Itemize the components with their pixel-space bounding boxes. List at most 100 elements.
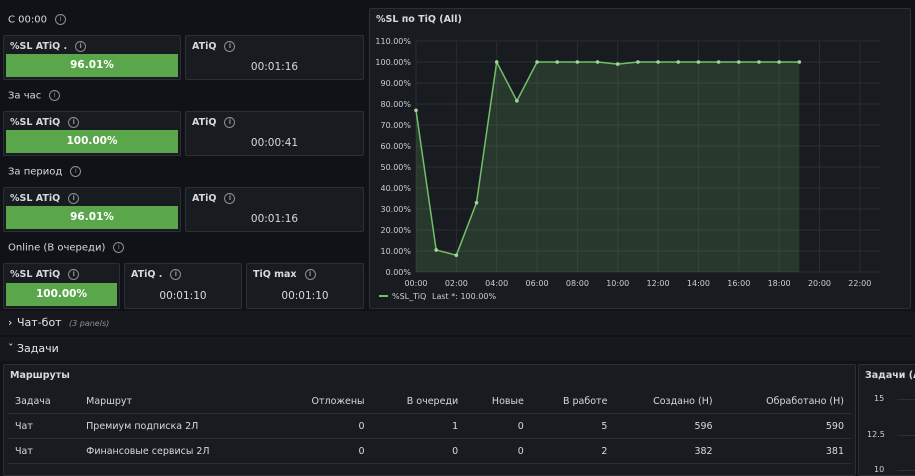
table-cell: 5: [530, 413, 615, 439]
info-icon[interactable]: i: [68, 117, 80, 128]
x-tick-label: 04:00: [485, 279, 508, 288]
table-row: Чат Финансовые сервисы 2Л 0 0 0 2 382 381: [8, 438, 851, 464]
tiq-max-value: 00:01:10: [281, 290, 329, 302]
info-icon[interactable]: i: [224, 117, 236, 128]
y-tick-label: 15: [874, 394, 885, 403]
chevron-down-icon[interactable]: ˇ: [8, 342, 14, 355]
data-point: [676, 60, 681, 64]
table-cell: 381: [719, 438, 851, 464]
info-icon[interactable]: i: [304, 269, 316, 280]
data-point: [434, 248, 438, 252]
info-icon[interactable]: i: [170, 269, 182, 280]
info-icon[interactable]: i: [113, 242, 125, 253]
table-cell: 382: [614, 438, 720, 464]
grid-line: [897, 470, 915, 471]
table-cell: 590: [719, 413, 851, 439]
x-tick-label: 10:00: [606, 279, 629, 288]
panel-title: %SL ATiQ .i: [10, 41, 87, 52]
tasks-chart-panel[interactable]: Задачи (All 15 12.5 10: [858, 364, 915, 476]
column-header[interactable]: В очереди: [371, 389, 466, 414]
y-tick-label: 90.00%: [380, 79, 411, 88]
info-icon[interactable]: i: [68, 193, 80, 204]
table-cell: 0: [275, 413, 372, 439]
data-point: [716, 60, 721, 64]
info-icon[interactable]: i: [224, 193, 236, 204]
panel-title: ATiQ i: [192, 41, 236, 52]
table-cell: Чат: [8, 413, 80, 439]
column-header[interactable]: Обработано (Н): [719, 389, 851, 414]
row-chatbot[interactable]: › Чат-бот (3 panels): [0, 311, 915, 335]
sl-panel-period[interactable]: %SL ATiQ i 96.01%: [3, 187, 181, 232]
sl-value: 96.01%: [6, 206, 178, 229]
section-title-hour: За час i: [8, 90, 61, 102]
panel-title: ATiQ i: [192, 193, 236, 204]
column-header[interactable]: Задача: [8, 389, 80, 414]
atiq-value: 00:00:41: [250, 137, 299, 149]
row-title[interactable]: Чат-бот: [17, 316, 62, 329]
y-tick-label: 30.00%: [380, 205, 411, 214]
sl-value: 100.00%: [6, 283, 117, 306]
sl-value: 100.00%: [6, 130, 178, 153]
y-tick-label: 12.5: [867, 430, 885, 439]
sl-value: 96.01%: [6, 54, 178, 77]
data-point: [535, 60, 539, 64]
row-title[interactable]: Задачи: [17, 342, 59, 355]
atiq-value: 00:01:10: [159, 290, 207, 302]
x-tick-label: 16:00: [727, 279, 750, 288]
info-icon[interactable]: i: [54, 14, 66, 25]
table-cell: 0: [275, 438, 372, 464]
data-point: [515, 99, 519, 103]
atiq-panel-hour[interactable]: ATiQ i 00:00:41: [185, 111, 364, 156]
x-tick-label: 22:00: [848, 279, 871, 288]
panel-title: %SL ATiQ i: [10, 269, 80, 280]
info-icon[interactable]: i: [70, 166, 82, 177]
table-row: Чат Премиум подписка 2Л 0 1 0 5 596 590: [8, 413, 851, 439]
row-tasks[interactable]: ˇ Задачи: [0, 337, 915, 361]
routes-table: Задача Маршрут Отложены В очереди Новые В раб…: [8, 389, 851, 464]
atiq-panel-period[interactable]: ATiQ i 00:01:16: [185, 187, 364, 232]
data-point: [494, 60, 499, 64]
atiq-value: 00:01:16: [250, 61, 299, 73]
column-header[interactable]: Новые: [465, 389, 531, 414]
y-tick-label: 60.00%: [380, 142, 411, 151]
chevron-right-icon[interactable]: ›: [8, 316, 12, 329]
atiq-panel-since-midnight[interactable]: ATiQ i 00:01:16: [185, 35, 364, 80]
table-cell: 596: [614, 413, 720, 439]
info-icon[interactable]: i: [75, 41, 87, 52]
x-tick-label: 00:00: [404, 279, 427, 288]
routes-panel[interactable]: Маршруты Задача Маршрут Отложены В очереди Н…: [3, 364, 856, 476]
x-tick-label: 06:00: [526, 279, 549, 288]
data-point: [757, 60, 761, 64]
y-tick-label: 70.00%: [380, 121, 411, 130]
column-header[interactable]: Отложены: [275, 389, 372, 414]
column-header[interactable]: В работе: [530, 389, 615, 414]
sl-chart-panel[interactable]: %SL по TiQ (All) 0.00% 10.00% 20.00% 30.00%…: [369, 8, 911, 309]
column-header[interactable]: Создано (Н): [614, 389, 720, 414]
info-icon[interactable]: i: [224, 41, 236, 52]
sl-panel-since-midnight[interactable]: %SL ATiQ .i 96.01%: [3, 35, 181, 80]
x-tick-label: 12:00: [647, 279, 670, 288]
data-point: [555, 60, 560, 64]
table-cell: Премиум подписка 2Л: [79, 413, 276, 439]
x-tick-label: 18:00: [768, 279, 791, 288]
panel-title: Задачи (All: [865, 370, 915, 381]
panel-title: ATiQ i: [192, 117, 236, 128]
table-cell: Чат: [8, 438, 80, 464]
y-tick-label: 50.00%: [380, 163, 411, 172]
table-cell: 0: [465, 438, 531, 464]
table-cell: 2: [530, 438, 615, 464]
table-cell: 1: [371, 413, 466, 439]
x-tick-label: 14:00: [687, 279, 710, 288]
info-icon[interactable]: i: [68, 269, 80, 280]
y-tick-label: 0.00%: [386, 268, 412, 277]
sl-panel-online[interactable]: %SL ATiQ i 100.00%: [3, 263, 120, 309]
y-tick-label: 100.00%: [375, 58, 411, 67]
sl-chart[interactable]: 0.00% 10.00% 20.00% 30.00% 40.00% 50.00% 60.00…: [370, 9, 910, 308]
x-tick-label: 08:00: [566, 279, 589, 288]
sl-panel-hour[interactable]: %SL ATiQ i 100.00%: [3, 111, 181, 156]
info-icon[interactable]: i: [49, 90, 61, 101]
column-header[interactable]: Маршрут: [79, 389, 276, 414]
atiq-panel-online[interactable]: ATiQ .i 00:01:10: [124, 263, 242, 309]
tiq-max-panel-online[interactable]: TiQ max i 00:01:10: [246, 263, 364, 309]
data-point: [474, 200, 479, 205]
